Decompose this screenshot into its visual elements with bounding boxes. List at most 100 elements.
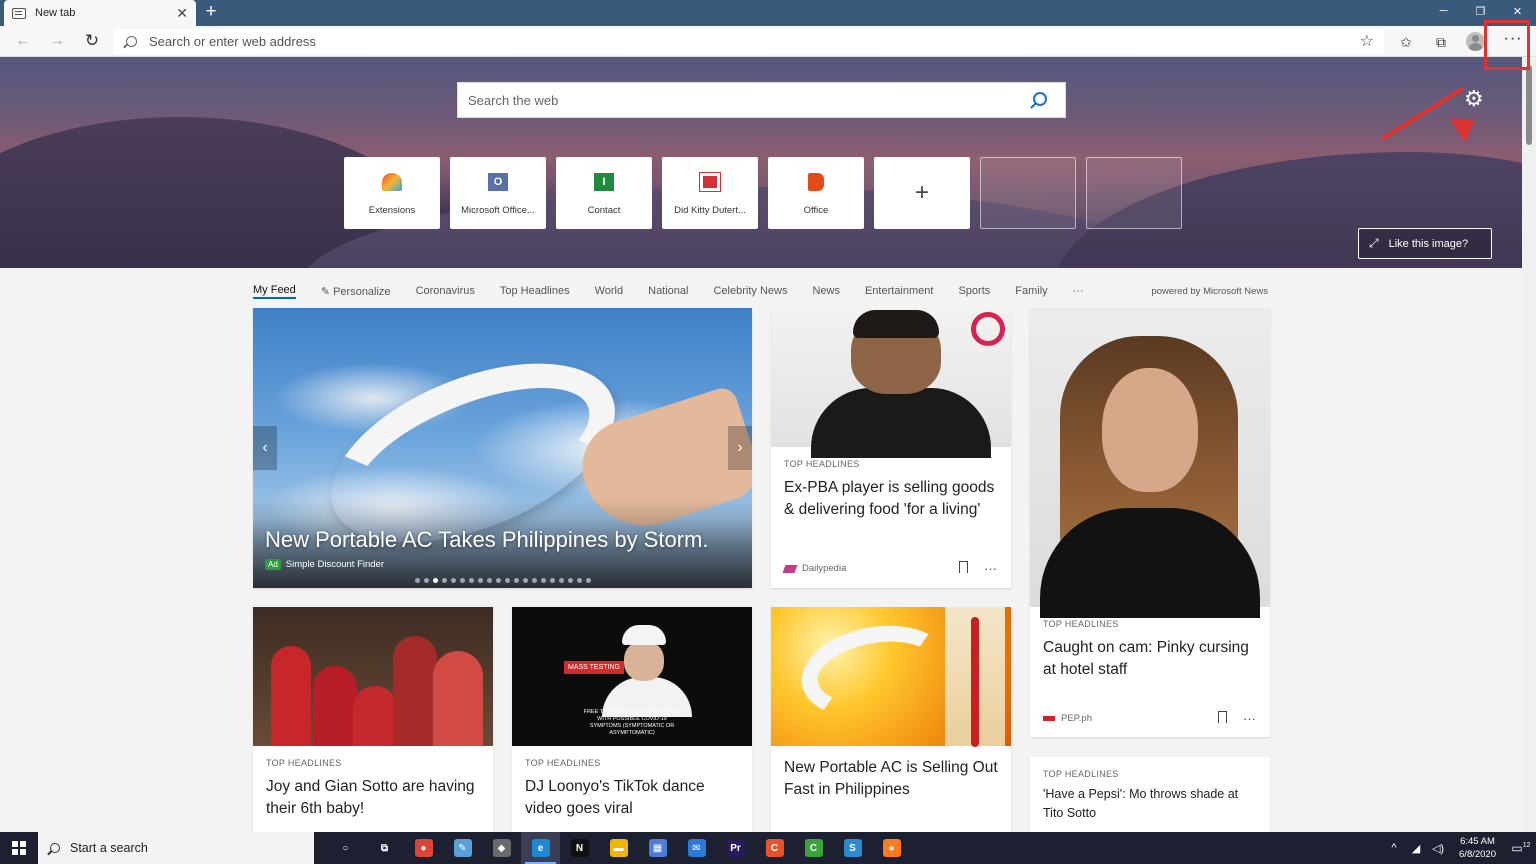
carousel-dot[interactable] <box>531 578 537 583</box>
bookmark-icon[interactable] <box>959 561 968 576</box>
profile-avatar[interactable] <box>1466 32 1485 51</box>
minimize-button[interactable]: ─ <box>1425 0 1462 22</box>
cortana-taskbar-button[interactable]: ○ <box>326 832 365 864</box>
premiere-taskbar-button[interactable]: Pr <box>716 832 755 864</box>
carousel-dot[interactable] <box>513 578 519 583</box>
carousel-dot[interactable] <box>441 578 447 583</box>
sponsored-card[interactable]: New Portable AC is Selling Out Fast in P… <box>771 607 1011 837</box>
tab-close-button[interactable]: ✕ <box>176 6 188 20</box>
new-tab-button[interactable]: + <box>202 2 220 22</box>
restore-button[interactable]: ❐ <box>1462 0 1499 22</box>
carousel-dot[interactable] <box>540 578 546 583</box>
notification-center-icon[interactable]: ▭12 <box>1506 841 1536 855</box>
firefox-taskbar-button[interactable]: ● <box>872 832 911 864</box>
taskbar-search-box[interactable]: Start a search <box>38 832 314 864</box>
carousel-dot[interactable] <box>432 578 438 583</box>
clock[interactable]: 6:45 AM 6/8/2020 <box>1459 835 1496 861</box>
more-tabs-button[interactable]: ··· <box>1073 285 1084 297</box>
netflix-taskbar-button[interactable]: N <box>560 832 599 864</box>
edge-taskbar-button[interactable]: e <box>521 832 560 864</box>
search-icon[interactable] <box>1033 92 1047 106</box>
start-button[interactable] <box>0 832 38 864</box>
carousel-dot[interactable] <box>585 578 591 583</box>
favorite-star-icon[interactable]: ☆ <box>1360 31 1374 51</box>
game-controller-taskbar-button[interactable]: ◆ <box>482 832 521 864</box>
chrome-taskbar-button[interactable]: ● <box>404 832 443 864</box>
carousel-dot[interactable] <box>450 578 456 583</box>
card-more-button[interactable]: ··· <box>984 561 997 576</box>
add-quick-link-button[interactable]: + <box>874 157 970 229</box>
carousel-dot[interactable] <box>504 578 510 583</box>
tab-entertainment[interactable]: Entertainment <box>865 285 933 297</box>
quick-link-microsoft-office[interactable]: O Microsoft Office... <box>450 157 546 229</box>
carousel-next-button[interactable]: › <box>728 426 752 470</box>
tab-world[interactable]: World <box>595 285 624 297</box>
card-more-button[interactable]: ··· <box>1243 711 1256 726</box>
tab-top-headlines[interactable]: Top Headlines <box>500 285 570 297</box>
like-this-image-button[interactable]: ⤢ Like this image? <box>1358 228 1492 259</box>
news-card[interactable]: TOP HEADLINES 'Have a Pepsi': Mo throws … <box>1030 757 1270 837</box>
quick-link-office[interactable]: Office <box>768 157 864 229</box>
tab-national[interactable]: National <box>648 285 688 297</box>
empty-quick-link-slot[interactable] <box>1086 157 1182 229</box>
carousel-prev-button[interactable]: ‹ <box>253 426 277 470</box>
network-icon[interactable]: ◢ <box>1405 842 1427 855</box>
carousel-dot[interactable] <box>459 578 465 583</box>
show-hidden-icons-chevron-icon[interactable]: ^ <box>1383 842 1405 854</box>
news-card[interactable]: TOP HEADLINES Joy and Gian Sotto are hav… <box>253 607 493 837</box>
tab-sports[interactable]: Sports <box>958 285 990 297</box>
quick-link-did-kitty[interactable]: Did Kitty Dutert... <box>662 157 758 229</box>
collections-icon[interactable]: ⧉ <box>1431 32 1451 52</box>
scrollbar-thumb[interactable] <box>1526 65 1532 145</box>
close-window-button[interactable]: ✕ <box>1499 0 1536 22</box>
carousel-dot[interactable] <box>576 578 582 583</box>
carousel-dot[interactable] <box>549 578 555 583</box>
news-card[interactable]: TOP HEADLINES Ex-PBA player is selling g… <box>771 308 1011 588</box>
carousel-dot[interactable] <box>423 578 429 583</box>
carousel-dot[interactable] <box>567 578 573 583</box>
tab-celebrity-news[interactable]: Celebrity News <box>713 285 787 297</box>
card-headline[interactable]: 'Have a Pepsi': Mo throws shade at Tito … <box>1043 785 1258 823</box>
card-headline[interactable]: Joy and Gian Sotto are having their 6th … <box>266 776 481 820</box>
quick-link-contact[interactable]: I Contact <box>556 157 652 229</box>
carousel-dot[interactable] <box>486 578 492 583</box>
back-button[interactable]: ← <box>12 31 34 51</box>
carousel-dot[interactable] <box>414 578 420 583</box>
snagit-taskbar-button[interactable]: S <box>833 832 872 864</box>
web-search-box[interactable]: Search the web <box>457 82 1066 118</box>
file-explorer-taskbar-button[interactable]: ▬ <box>599 832 638 864</box>
address-bar[interactable]: Search or enter web address ☆ <box>114 29 1384 54</box>
carousel-dot[interactable] <box>495 578 501 583</box>
page-scrollbar[interactable] <box>1522 57 1536 832</box>
tab-personalize[interactable]: ✎ Personalize <box>321 285 391 298</box>
carousel-dot[interactable] <box>477 578 483 583</box>
news-card[interactable]: TOP HEADLINES Caught on cam: Pinky cursi… <box>1030 308 1270 737</box>
tab-family[interactable]: Family <box>1015 285 1047 297</box>
camtasia-taskbar-button[interactable]: C <box>755 832 794 864</box>
card-headline[interactable]: Caught on cam: Pinky cursing at hotel st… <box>1043 637 1258 681</box>
bookmark-icon[interactable] <box>1218 711 1227 726</box>
card-headline[interactable]: DJ Loonyo's TikTok dance video goes vira… <box>525 776 740 820</box>
quick-link-extensions[interactable]: Extensions <box>344 157 440 229</box>
store-taskbar-button[interactable]: ▦ <box>638 832 677 864</box>
refresh-button[interactable]: ↻ <box>81 31 103 51</box>
card-headline[interactable]: New Portable AC is Selling Out Fast in P… <box>784 757 999 801</box>
card-headline[interactable]: Ex-PBA player is selling goods & deliver… <box>784 477 999 521</box>
tab-news[interactable]: News <box>812 285 840 297</box>
tab-coronavirus[interactable]: Coronavirus <box>416 285 475 297</box>
browser-tab-new-tab[interactable]: New tab ✕ <box>4 0 196 26</box>
forward-button[interactable]: → <box>46 31 68 51</box>
carousel-dot[interactable] <box>558 578 564 583</box>
empty-quick-link-slot[interactable] <box>980 157 1076 229</box>
carousel-dot[interactable] <box>468 578 474 583</box>
camtasia-green-taskbar-button[interactable]: C <box>794 832 833 864</box>
task-view-taskbar-button[interactable]: ⧉ <box>365 832 404 864</box>
notepad-taskbar-button[interactable]: ✎ <box>443 832 482 864</box>
volume-icon[interactable]: ◁) <box>1427 842 1449 855</box>
mail-taskbar-button[interactable]: ✉ <box>677 832 716 864</box>
featured-ad-card[interactable]: ‹ › New Portable AC Takes Philippines by… <box>253 308 752 588</box>
news-card[interactable]: MASS TESTING FREE TESTING TO ISOLATE PEO… <box>512 607 752 837</box>
tab-my-feed[interactable]: My Feed <box>253 284 296 299</box>
carousel-dot[interactable] <box>522 578 528 583</box>
favorites-icon[interactable]: ✩ <box>1396 32 1416 52</box>
